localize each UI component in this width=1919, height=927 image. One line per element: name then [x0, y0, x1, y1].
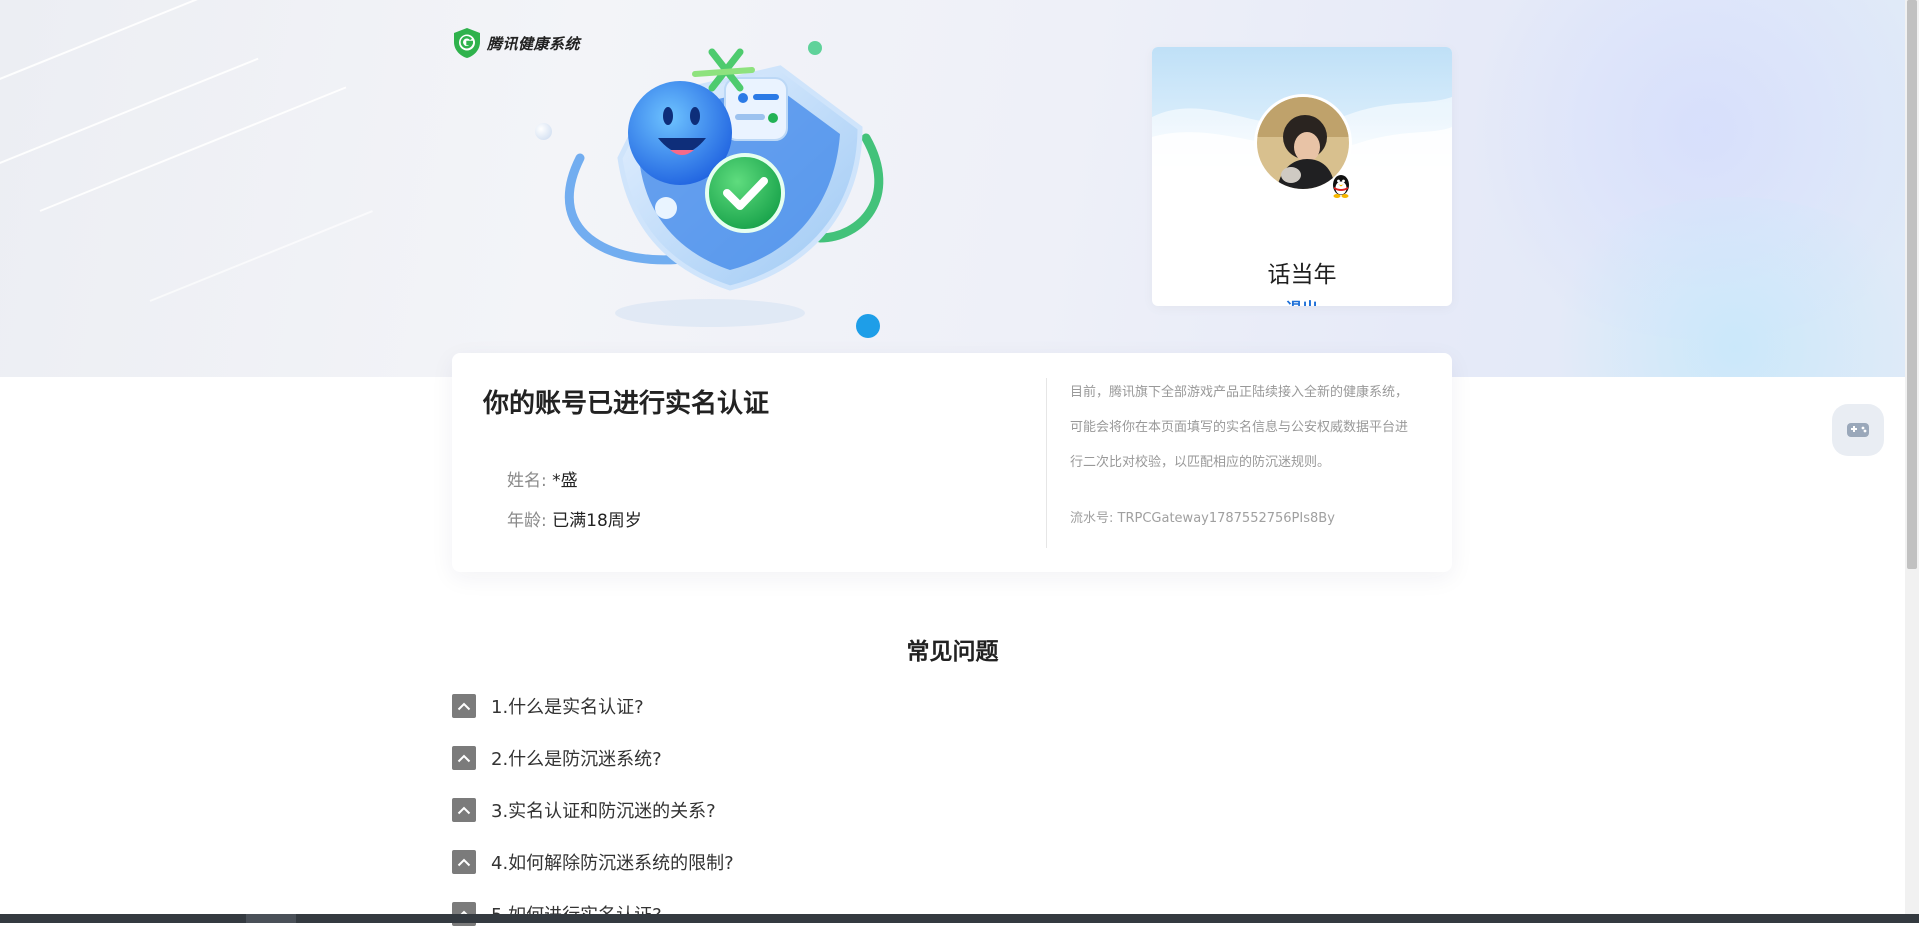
serial-number: 流水号: TRPCGateway1787552756PIs8By	[1070, 507, 1335, 526]
faq-question[interactable]: 1.什么是实名认证?	[491, 693, 644, 719]
faq-question[interactable]: 3.实名认证和防沉迷的关系?	[491, 797, 716, 823]
faq-title: 常见问题	[906, 639, 999, 665]
hero-decor-stripe	[149, 210, 373, 302]
faq-item[interactable]: 1.什么是实名认证?	[452, 693, 644, 719]
logout-link[interactable]: 退出	[1152, 295, 1452, 306]
qq-penguin-icon	[1333, 175, 1349, 198]
chevron-up-icon[interactable]	[452, 746, 476, 770]
faq-question[interactable]: 4.如何解除防沉迷系统的限制?	[491, 849, 734, 875]
notice-text: 目前，腾讯旗下全部游戏产品正陆续接入全新的健康系统，可能会将你在本页面填写的实名…	[1070, 385, 1409, 470]
faq-question[interactable]: 2.什么是防沉迷系统?	[491, 745, 662, 771]
floating-game-button[interactable]	[1832, 404, 1884, 456]
faq-item[interactable]: 2.什么是防沉迷系统?	[452, 745, 662, 771]
name-label: 姓名:	[507, 471, 547, 491]
decor-bubble	[535, 123, 552, 140]
verification-title: 你的账号已进行实名认证	[483, 389, 770, 419]
age-row: 年龄: 已满18周岁	[507, 506, 642, 531]
faq-item[interactable]: 4.如何解除防沉迷系统的限制?	[452, 849, 734, 875]
profile-nickname: 话当年	[1267, 262, 1337, 288]
serial-value: TRPCGateway1787552756PIs8By	[1117, 511, 1335, 526]
chevron-up-icon[interactable]	[452, 850, 476, 874]
chevron-up-icon[interactable]	[452, 798, 476, 822]
security-shield-illustration	[564, 41, 884, 338]
serial-label: 流水号:	[1070, 511, 1114, 526]
age-value: 已满18周岁	[552, 511, 642, 531]
hero-banner: 腾讯健康系统 话当年	[0, 0, 1905, 377]
game-controller-icon	[1847, 423, 1869, 437]
hero-decor-stripe	[39, 86, 347, 212]
faq-item[interactable]: 3.实名认证和防沉迷的关系?	[452, 797, 716, 823]
verification-card: 你的账号已进行实名认证 姓名: *盛 年龄: 已满18周岁 目前，腾讯旗下全部游…	[452, 353, 1452, 572]
name-value: *盛	[552, 471, 578, 491]
scrollbar-thumb[interactable]	[1907, 0, 1917, 569]
vertical-divider	[1046, 378, 1047, 548]
profile-card: 话当年 退出	[1152, 47, 1452, 306]
chevron-up-icon[interactable]	[452, 694, 476, 718]
shield-logo-icon	[454, 28, 480, 58]
hero-decor-stripe	[0, 57, 259, 172]
taskbar-item[interactable]	[246, 914, 296, 923]
hero-decor-stripe	[0, 0, 212, 92]
name-row: 姓名: *盛	[507, 466, 578, 491]
age-label: 年龄:	[507, 511, 547, 531]
